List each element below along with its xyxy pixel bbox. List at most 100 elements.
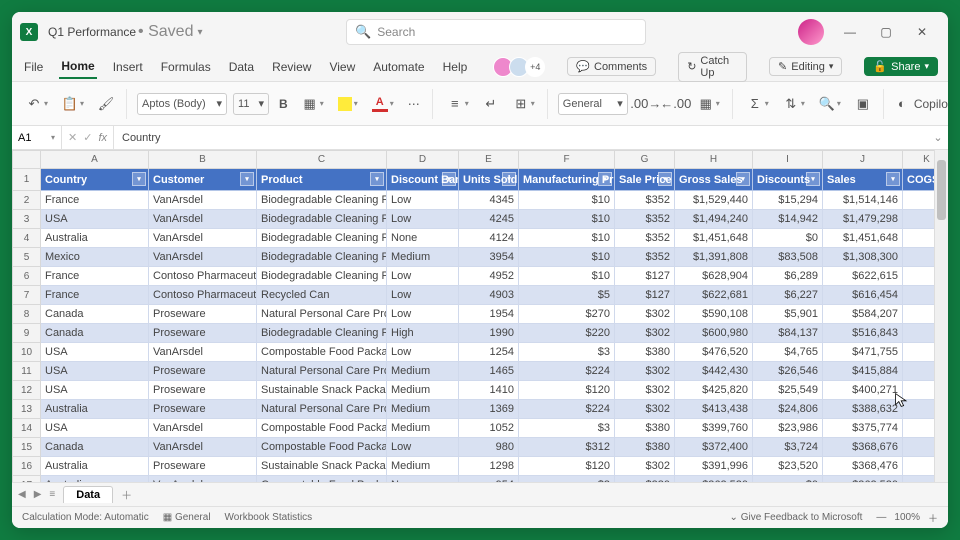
cell[interactable]: $24,806 <box>753 400 823 419</box>
tab-automate[interactable]: Automate <box>371 56 426 78</box>
decrease-decimal-button[interactable]: ←.00 <box>664 94 688 114</box>
fx-icon[interactable]: fx <box>98 132 107 144</box>
table-format-button[interactable]: ▦▾ <box>694 94 724 114</box>
zoom-controls[interactable]: — 100% ＋ <box>876 510 938 525</box>
row-header[interactable]: 13 <box>13 400 41 419</box>
cell[interactable]: $600,980 <box>675 324 753 343</box>
cell[interactable]: $352 <box>615 248 675 267</box>
cell[interactable]: $3 <box>519 476 615 483</box>
zoom-level[interactable]: 100% <box>894 512 920 523</box>
table-header-cell[interactable]: Gross Sales▾ <box>675 169 753 191</box>
cell[interactable]: $391,996 <box>675 457 753 476</box>
cell[interactable]: $25,549 <box>753 381 823 400</box>
cell[interactable]: Natural Personal Care Products <box>257 305 387 324</box>
filter-dropdown-icon[interactable]: ▾ <box>502 172 516 186</box>
row-header[interactable]: 8 <box>13 305 41 324</box>
cell[interactable]: $372,400 <box>675 438 753 457</box>
cell[interactable]: $127 <box>615 286 675 305</box>
editing-mode-button[interactable]: ✎Editing▾ <box>769 57 842 76</box>
cell[interactable]: $5,901 <box>753 305 823 324</box>
cell[interactable]: Australia <box>41 457 149 476</box>
cell[interactable]: $0 <box>753 476 823 483</box>
cell[interactable]: $ <box>903 210 935 229</box>
borders-button[interactable]: ▦▾ <box>298 94 328 114</box>
tab-data[interactable]: Data <box>227 56 256 78</box>
cell[interactable]: USA <box>41 343 149 362</box>
cell[interactable]: 1465 <box>459 362 519 381</box>
filter-dropdown-icon[interactable]: ▾ <box>598 172 612 186</box>
cell[interactable]: $23,520 <box>753 457 823 476</box>
cell[interactable]: 4245 <box>459 210 519 229</box>
cell[interactable]: Biodegradable Cleaning Products <box>257 191 387 210</box>
cell[interactable]: $ <box>903 191 935 210</box>
cell[interactable]: Mexico <box>41 248 149 267</box>
table-header-cell[interactable]: Customer▾ <box>149 169 257 191</box>
cell[interactable]: VanArsdel <box>149 210 257 229</box>
more-font-button[interactable]: ⋯ <box>404 95 424 113</box>
cell[interactable]: $220 <box>519 324 615 343</box>
cell[interactable]: Low <box>387 343 459 362</box>
cell[interactable]: France <box>41 267 149 286</box>
col-header-I[interactable]: I <box>753 151 823 169</box>
cell[interactable]: $380 <box>615 419 675 438</box>
cell[interactable]: Compostable Food Packaging <box>257 343 387 362</box>
cell[interactable]: $375,774 <box>823 419 903 438</box>
col-header-D[interactable]: D <box>387 151 459 169</box>
row-header[interactable]: 2 <box>13 191 41 210</box>
sheet-tab[interactable]: Data <box>63 486 113 503</box>
share-button[interactable]: 🔓Share▾ <box>864 57 938 76</box>
cell[interactable]: Contoso Pharmaceuticals <box>149 267 257 286</box>
cell[interactable]: $15,294 <box>753 191 823 210</box>
increase-decimal-button[interactable]: .00→ <box>634 94 658 114</box>
cell[interactable]: USA <box>41 362 149 381</box>
table-header-cell[interactable]: Discount Band▾ <box>387 169 459 191</box>
cell[interactable]: $312 <box>519 438 615 457</box>
cell[interactable]: $1,494,240 <box>675 210 753 229</box>
cell[interactable]: $368,676 <box>823 438 903 457</box>
cell[interactable]: 980 <box>459 438 519 457</box>
name-box[interactable]: A1▾ <box>12 126 62 149</box>
cell[interactable]: $ <box>903 400 935 419</box>
col-header-C[interactable]: C <box>257 151 387 169</box>
cell[interactable]: $1,514,146 <box>823 191 903 210</box>
cell[interactable]: $380 <box>615 343 675 362</box>
cell[interactable]: VanArsdel <box>149 419 257 438</box>
cell[interactable]: Proseware <box>149 400 257 419</box>
cell[interactable]: $23,986 <box>753 419 823 438</box>
comments-button[interactable]: 💬Comments <box>567 57 656 76</box>
col-header-A[interactable]: A <box>41 151 149 169</box>
cell[interactable]: $ <box>903 324 935 343</box>
sort-filter-button[interactable]: ⇅▾ <box>779 94 809 114</box>
feedback-link[interactable]: ⌄ Give Feedback to Microsoft <box>730 512 863 523</box>
col-header-F[interactable]: F <box>519 151 615 169</box>
cell[interactable]: $4,765 <box>753 343 823 362</box>
cell[interactable]: $628,904 <box>675 267 753 286</box>
cell[interactable]: $352 <box>615 210 675 229</box>
cell[interactable]: Canada <box>41 305 149 324</box>
row-header[interactable]: 1 <box>13 169 41 191</box>
merge-button[interactable]: ⊞▾ <box>509 94 539 114</box>
cell[interactable]: $6,227 <box>753 286 823 305</box>
cell[interactable]: $399,760 <box>675 419 753 438</box>
cell[interactable]: $224 <box>519 400 615 419</box>
cell[interactable]: $10 <box>519 191 615 210</box>
cell[interactable]: $ <box>903 457 935 476</box>
cell[interactable]: $1,529,440 <box>675 191 753 210</box>
cell[interactable]: Medium <box>387 248 459 267</box>
cell[interactable]: Biodegradable Cleaning Products <box>257 324 387 343</box>
cell[interactable]: 3954 <box>459 248 519 267</box>
cell[interactable]: $302 <box>615 362 675 381</box>
cell[interactable]: $616,454 <box>823 286 903 305</box>
cell[interactable]: $622,681 <box>675 286 753 305</box>
cell[interactable]: $ <box>903 229 935 248</box>
filter-dropdown-icon[interactable]: ▾ <box>806 172 820 186</box>
cell[interactable]: USA <box>41 381 149 400</box>
row-header[interactable]: 6 <box>13 267 41 286</box>
select-all-corner[interactable] <box>13 151 41 169</box>
cell[interactable]: Proseware <box>149 381 257 400</box>
cell[interactable]: VanArsdel <box>149 229 257 248</box>
cell[interactable]: $ <box>903 343 935 362</box>
accept-formula-icon[interactable]: ✓ <box>83 131 92 144</box>
row-header[interactable]: 16 <box>13 457 41 476</box>
cell[interactable]: Compostable Food Packaging <box>257 419 387 438</box>
